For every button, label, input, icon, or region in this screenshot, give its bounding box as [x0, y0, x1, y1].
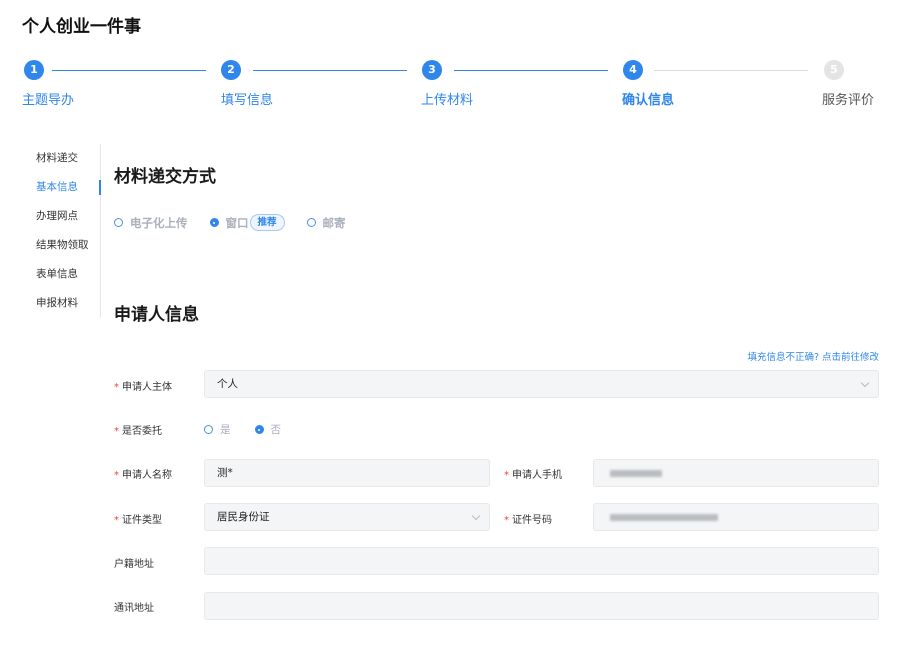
redacted-value	[610, 469, 662, 477]
entrust-radios: 是 否	[204, 422, 305, 437]
step-connector	[654, 70, 808, 71]
name-label: * 申请人名称	[114, 470, 172, 481]
step-number: 5	[824, 60, 844, 80]
step-number: 3	[422, 60, 442, 80]
radio-label: 否	[270, 424, 282, 436]
step-label: 服务评价	[822, 93, 875, 108]
edit-info-link[interactable]: 填充信息不正确? 点击前往修改	[747, 349, 879, 363]
contact-label: 通讯地址	[114, 603, 154, 614]
step-connector	[253, 70, 407, 71]
side-nav-item-service-point[interactable]: 办理网点	[30, 202, 100, 231]
household-address-field[interactable]	[204, 547, 879, 575]
submission-section-title: 材料递交方式	[114, 167, 216, 187]
name-value: 测*	[217, 467, 233, 479]
subject-label: * 申请人主体	[114, 382, 172, 393]
radio-circle	[306, 218, 316, 227]
side-nav: 材料递交 基本信息 办理网点 结果物领取 表单信息 申报材料	[30, 144, 101, 318]
subject-select[interactable]: 个人	[204, 370, 879, 398]
step-number: 2	[221, 60, 241, 80]
side-nav-item-result-pickup[interactable]: 结果物领取	[30, 231, 100, 260]
radio-circle-checked	[209, 218, 219, 227]
radio-entrust-yes[interactable]: 是	[204, 422, 231, 437]
id-type-select[interactable]: 居民身份证	[204, 503, 490, 531]
subject-value: 个人	[217, 378, 238, 390]
radio-mail[interactable]: 邮寄	[306, 215, 346, 231]
id-type-label: * 证件类型	[114, 515, 162, 526]
step-number: 1	[24, 60, 44, 80]
radio-label: 电子化上传	[130, 215, 188, 230]
chevron-down-icon	[860, 378, 870, 388]
side-nav-item-materials[interactable]: 申报材料	[30, 289, 100, 318]
step-connector	[454, 70, 608, 71]
radio-window[interactable]: 窗口 推荐	[209, 214, 285, 231]
radio-label: 窗口	[225, 215, 249, 230]
step-label: 上传材料	[421, 93, 474, 108]
step-label: 确认信息	[622, 93, 675, 108]
step-label: 主题导办	[22, 93, 75, 108]
id-number-field[interactable]	[593, 503, 879, 531]
entrust-label: * 是否委托	[114, 426, 162, 437]
step-connector	[52, 70, 206, 71]
radio-electronic-upload[interactable]: 电子化上传	[114, 215, 188, 231]
radio-label: 是	[220, 424, 231, 436]
phone-label: * 申请人手机	[504, 470, 562, 481]
side-nav-item-submission[interactable]: 材料递交	[30, 144, 100, 173]
radio-circle	[114, 218, 123, 227]
id-type-value: 居民身份证	[217, 511, 270, 523]
id-number-label: * 证件号码	[504, 515, 552, 526]
applicant-section-title: 申请人信息	[114, 305, 199, 325]
radio-circle-checked	[254, 425, 264, 434]
side-nav-item-basic-info[interactable]: 基本信息	[30, 173, 101, 202]
step-number: 4	[623, 60, 643, 80]
household-label: 户籍地址	[114, 559, 154, 570]
step-label: 填写信息	[221, 93, 274, 108]
radio-circle	[204, 425, 213, 434]
applicant-name-field[interactable]: 测*	[204, 459, 490, 487]
applicant-phone-field[interactable]	[593, 459, 879, 487]
submission-method-radios: 电子化上传 窗口 推荐 邮寄	[114, 214, 368, 231]
progress-stepper: 1 主题导办 2 填写信息 3 上传材料 4 确认信息 5 服务评价	[0, 60, 919, 110]
contact-address-field[interactable]	[204, 592, 879, 620]
radio-entrust-no[interactable]: 否	[254, 422, 282, 437]
recommend-badge: 推荐	[249, 214, 285, 231]
page-title: 个人创业一件事	[22, 17, 141, 37]
redacted-value	[610, 513, 718, 521]
side-nav-item-form-info[interactable]: 表单信息	[30, 260, 100, 289]
radio-label: 邮寄	[322, 215, 346, 230]
chevron-down-icon	[471, 511, 481, 521]
